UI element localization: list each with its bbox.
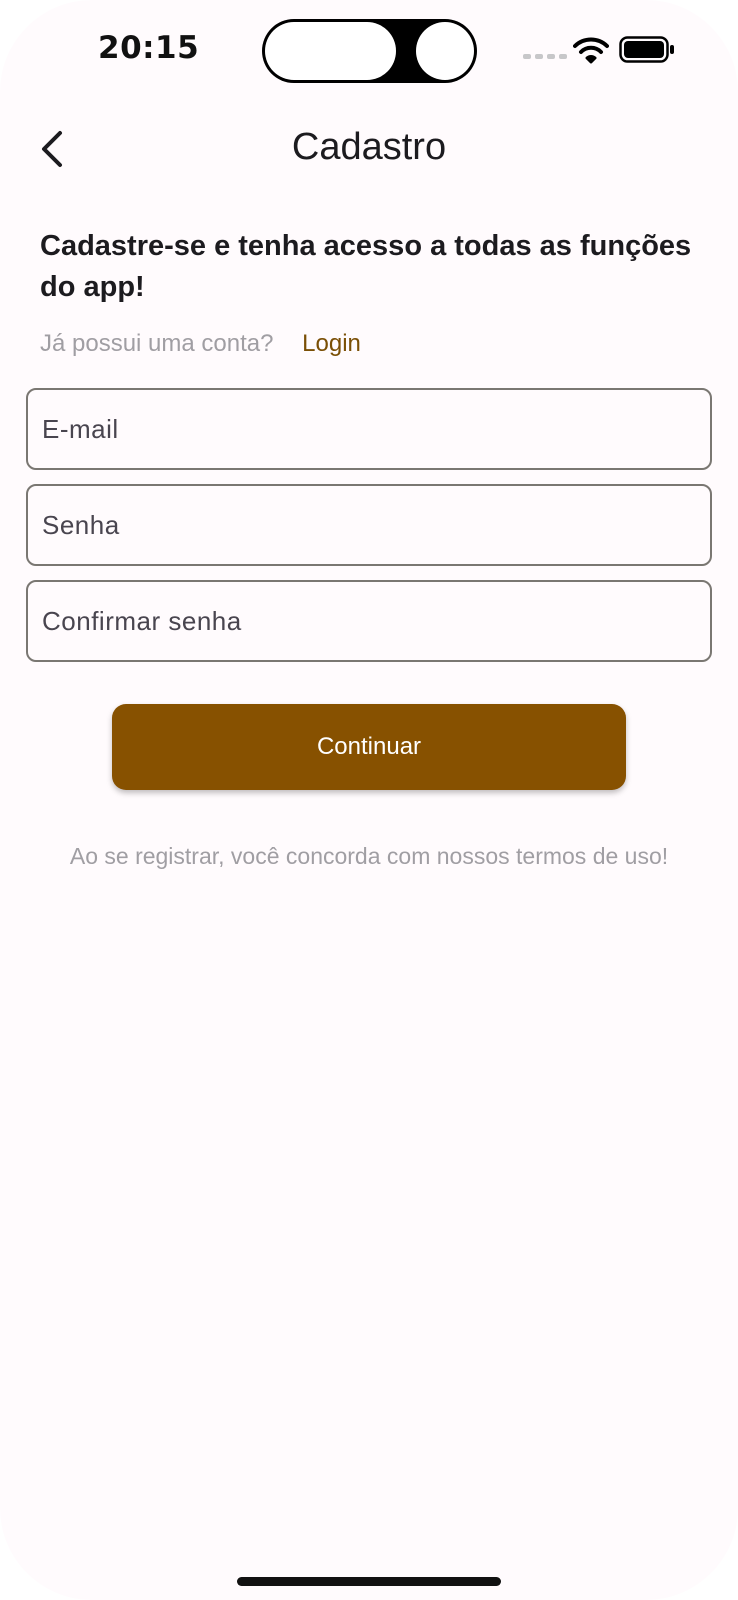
battery-icon <box>619 36 674 63</box>
headline: Cadastre-se e tenha acesso a todas as fu… <box>40 230 692 303</box>
phone-screen: 20:15 Cadastro Cadastre-se e tenha acess… <box>0 0 738 1600</box>
wifi-icon <box>573 37 609 64</box>
home-indicator[interactable] <box>237 1577 501 1586</box>
continue-button[interactable]: Continuar <box>112 704 626 790</box>
island-camera <box>416 22 474 80</box>
cellular-signal-icon <box>523 54 567 59</box>
password-field-container <box>26 484 712 566</box>
terms-text: Ao se registrar, você concorda com nosso… <box>69 843 669 869</box>
email-field[interactable] <box>42 390 710 468</box>
status-time: 20:15 <box>98 30 200 66</box>
password-field[interactable] <box>42 486 710 564</box>
login-link[interactable]: Login <box>302 330 361 357</box>
account-question: Já possui uma conta? <box>40 330 274 357</box>
page-title: Cadastro <box>291 126 447 168</box>
island-pill <box>265 22 396 80</box>
confirm-password-field-container <box>26 580 712 662</box>
email-field-container <box>26 388 712 470</box>
account-row: Já possui uma conta? Login <box>40 330 361 358</box>
confirm-password-field[interactable] <box>42 582 710 660</box>
dynamic-island <box>262 19 477 83</box>
